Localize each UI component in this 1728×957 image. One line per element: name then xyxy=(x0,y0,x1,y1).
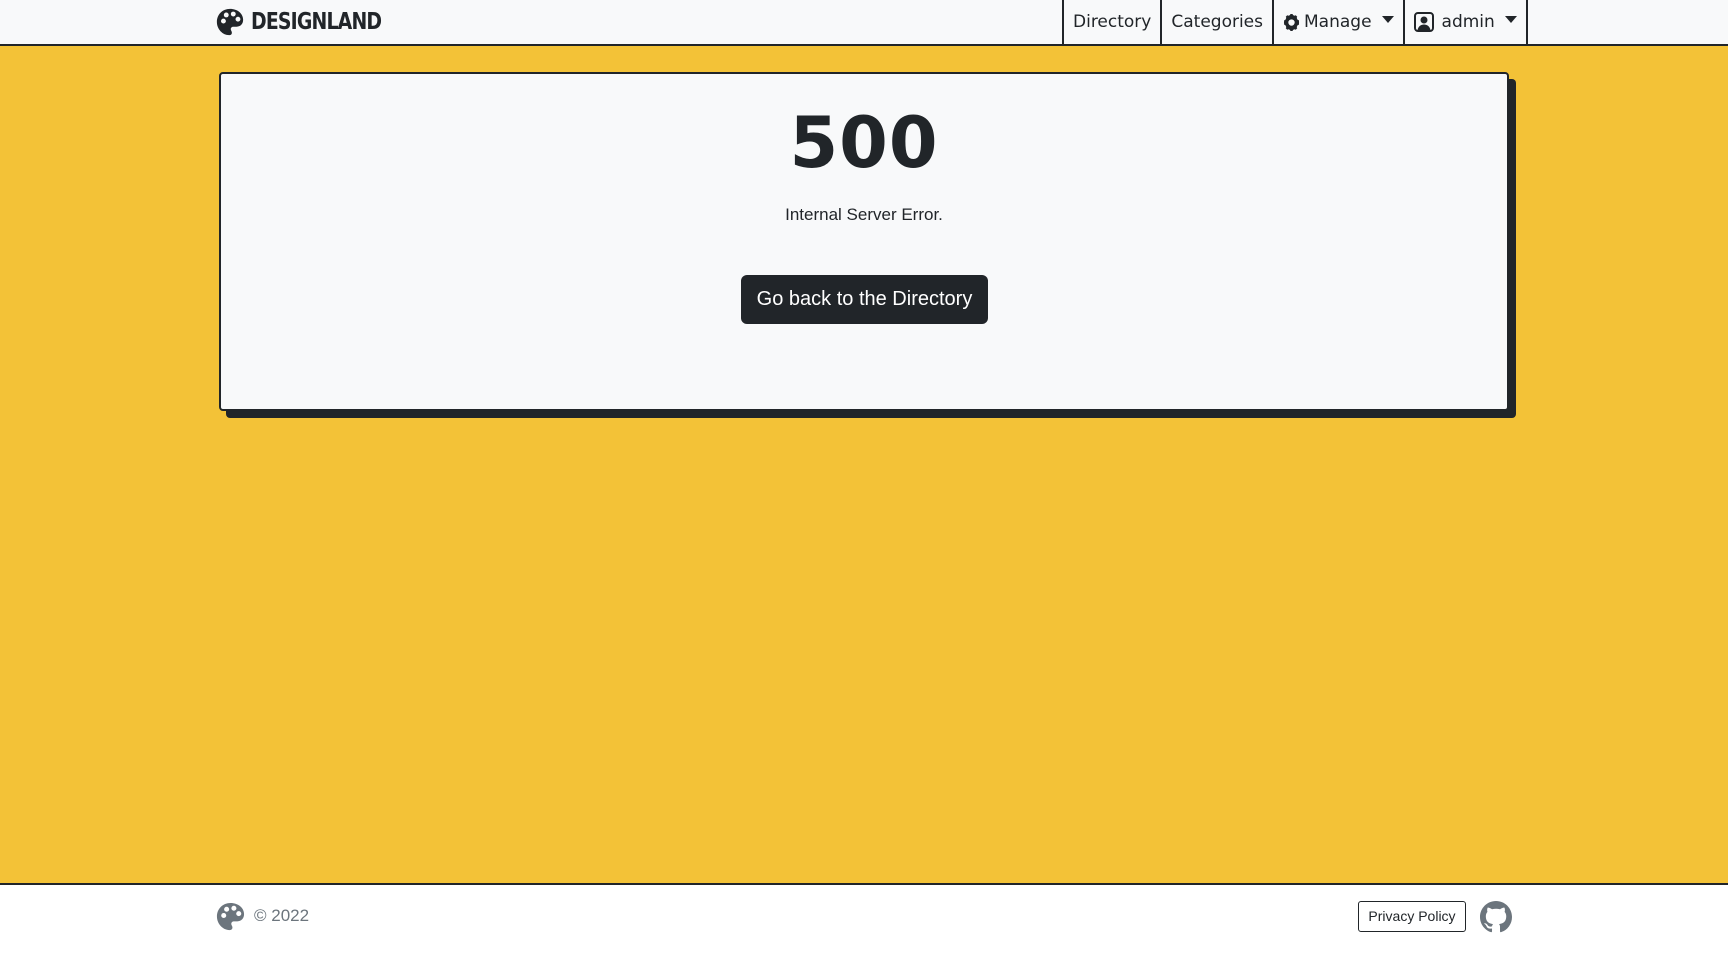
copyright-text: © 2022 xyxy=(254,906,310,925)
error-code: 500 xyxy=(789,102,939,184)
footer: © 2022 Privacy Policy xyxy=(0,883,1728,957)
chevron-down-icon xyxy=(1504,15,1517,23)
footer-brand: © 2022 xyxy=(215,901,309,931)
nav-categories[interactable]: Categories xyxy=(1160,0,1272,44)
brand-link[interactable]: DESIGNLAND xyxy=(215,5,410,39)
nav-directory[interactable]: Directory xyxy=(1062,0,1160,44)
nav-user-dropdown[interactable]: admin xyxy=(1402,0,1528,44)
nav-user-label: admin xyxy=(1441,12,1495,32)
gear-icon xyxy=(1283,13,1300,31)
user-icon xyxy=(1413,12,1434,32)
github-icon[interactable] xyxy=(1480,901,1512,933)
privacy-policy-button[interactable]: Privacy Policy xyxy=(1358,901,1466,932)
error-message: Internal Server Error. xyxy=(785,205,943,224)
nav-manage-dropdown[interactable]: Manage xyxy=(1272,0,1403,44)
palette-icon xyxy=(216,8,244,36)
nav-manage-label: Manage xyxy=(1304,12,1372,32)
nav-directory-label: Directory xyxy=(1073,12,1152,32)
main-nav: Directory Categories Manage admin xyxy=(1062,0,1528,44)
error-card: 500 Internal Server Error. Go back to th… xyxy=(219,72,1509,411)
palette-icon xyxy=(216,902,245,930)
nav-categories-label: Categories xyxy=(1171,12,1263,32)
brand-name: DESIGNLAND xyxy=(251,9,382,35)
navbar: DESIGNLAND Directory Categories Manage a… xyxy=(0,0,1728,46)
chevron-down-icon xyxy=(1381,15,1394,23)
back-to-directory-button[interactable]: Go back to the Directory xyxy=(741,275,988,324)
